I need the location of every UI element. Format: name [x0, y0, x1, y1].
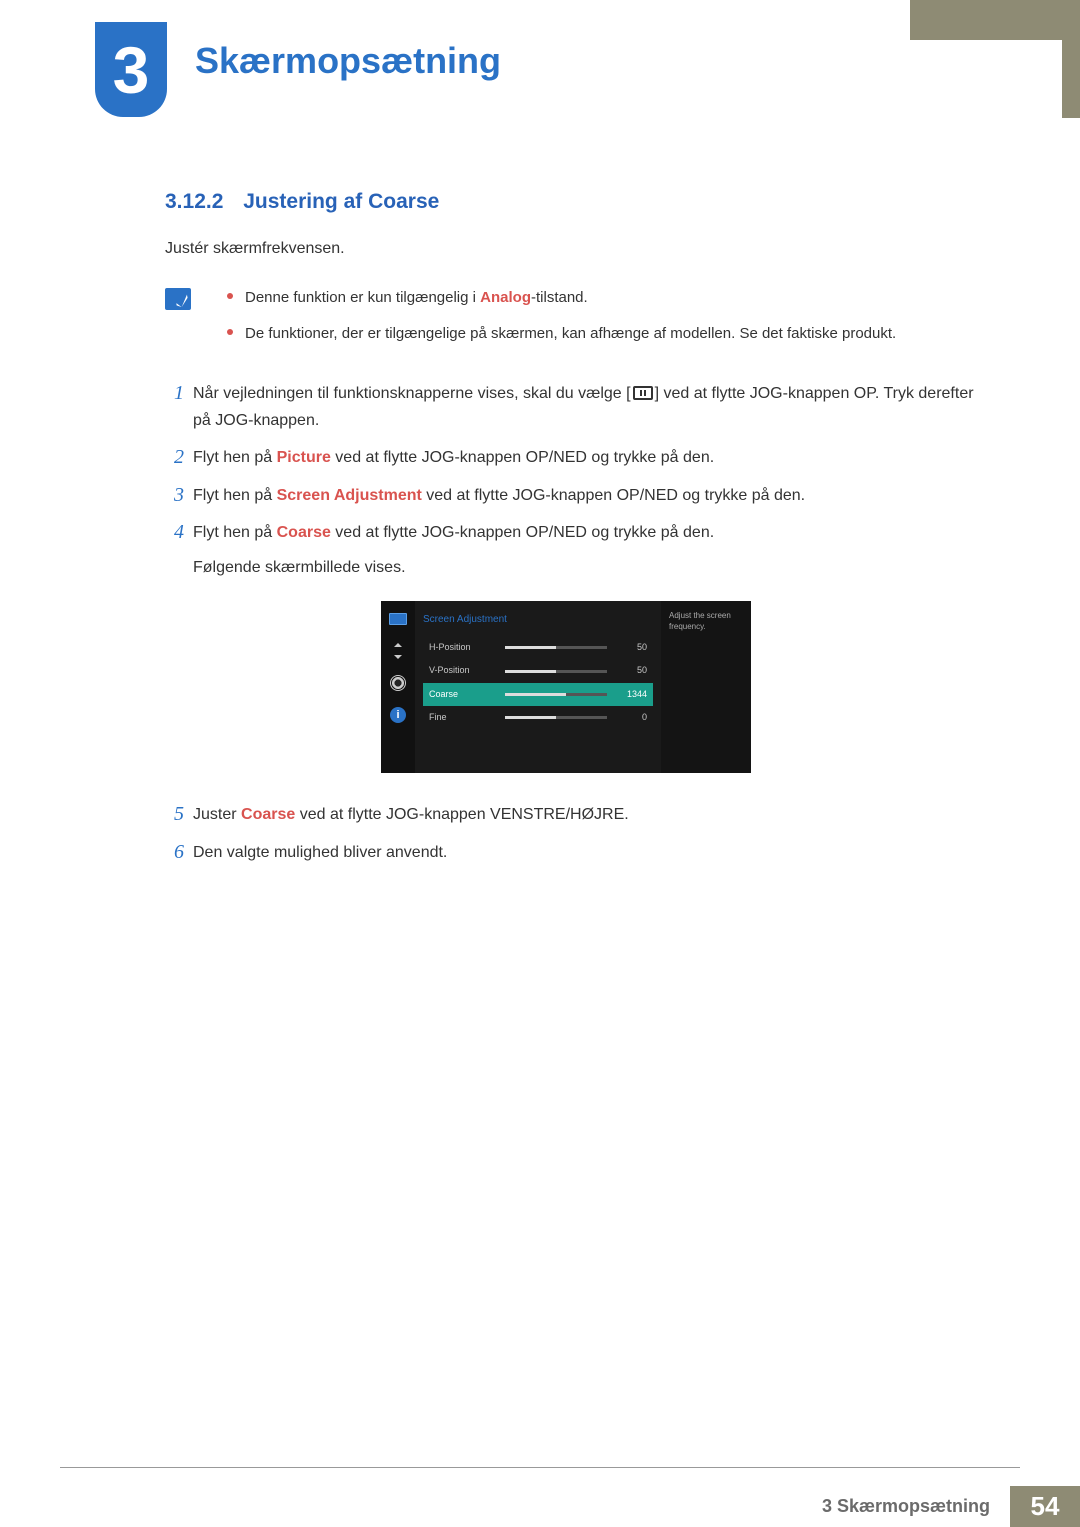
osd-sidebar: i — [381, 601, 415, 773]
content-area: 3.12.2 Justering af Coarse Justér skærmf… — [165, 190, 985, 876]
osd-slider — [505, 646, 607, 649]
note-block: Denne funktion er kun tilgængelig i Anal… — [165, 286, 985, 358]
osd-help-text: Adjust the screen frequency. — [661, 601, 751, 773]
page-number: 54 — [1010, 1486, 1080, 1527]
step-text: Den valgte mulighed bliver anvendt. — [193, 839, 985, 866]
step-text: Flyt hen på Picture ved at flytte JOG-kn… — [193, 444, 985, 471]
section-heading: 3.12.2 Justering af Coarse — [165, 190, 985, 214]
chapter-number: 3 — [113, 37, 150, 103]
step-4: 4 Flyt hen på Coarse ved at flytte JOG-k… — [165, 519, 985, 792]
header-side-band — [1062, 40, 1080, 118]
intro-text: Justér skærmfrekvensen. — [165, 240, 985, 258]
osd-row: V-Position 50 — [423, 659, 653, 682]
osd-row: H-Position 50 — [423, 636, 653, 659]
chapter-number-tab: 3 — [95, 22, 167, 117]
step-number: 1 — [165, 380, 193, 434]
note-item: De funktioner, der er tilgængelige på sk… — [227, 322, 896, 346]
osd-row-label: V-Position — [429, 663, 497, 678]
step-text: Flyt hen på Screen Adjustment ved at fly… — [193, 482, 985, 509]
osd-settings-icon — [388, 675, 408, 691]
step-1: 1 Når vejledningen til funktionsknappern… — [165, 380, 985, 434]
step-3: 3 Flyt hen på Screen Adjustment ved at f… — [165, 482, 985, 509]
steps-list: 1 Når vejledningen til funktionsknappern… — [165, 380, 985, 866]
osd-row-value: 1344 — [615, 687, 647, 702]
osd-screenshot: i Screen Adjustment H-Position50V-Positi… — [381, 601, 751, 773]
osd-picture-icon — [388, 611, 408, 627]
step-6: 6 Den valgte mulighed bliver anvendt. — [165, 839, 985, 866]
chapter-title: Skærmopsætning — [195, 40, 501, 82]
menu-icon — [633, 386, 653, 400]
step-text: Juster Coarse ved at flytte JOG-knappen … — [193, 801, 985, 828]
osd-row-value: 0 — [615, 710, 647, 725]
osd-row-label: Fine — [429, 710, 497, 725]
osd-slider — [505, 693, 607, 696]
osd-row-value: 50 — [615, 663, 647, 678]
osd-position-icon — [388, 643, 408, 659]
section-title: Justering af Coarse — [243, 190, 439, 213]
step-2: 2 Flyt hen på Picture ved at flytte JOG-… — [165, 444, 985, 471]
note-list: Denne funktion er kun tilgængelig i Anal… — [227, 286, 896, 358]
osd-title: Screen Adjustment — [423, 611, 653, 628]
note-icon — [165, 288, 191, 310]
step-number: 4 — [165, 519, 193, 792]
footer-chapter-label: 3 Skærmopsætning — [802, 1486, 1010, 1527]
footer-divider — [60, 1467, 1020, 1468]
step-number: 3 — [165, 482, 193, 509]
osd-slider — [505, 716, 607, 719]
accent-analog: Analog — [480, 289, 531, 306]
step-5: 5 Juster Coarse ved at flytte JOG-knappe… — [165, 801, 985, 828]
osd-slider — [505, 670, 607, 673]
osd-row: Coarse 1344 — [423, 683, 653, 706]
step-number: 2 — [165, 444, 193, 471]
footer: 3 Skærmopsætning 54 — [0, 1467, 1080, 1527]
osd-row: Fine 0 — [423, 706, 653, 729]
step-number: 5 — [165, 801, 193, 828]
osd-main: Screen Adjustment H-Position50V-Position… — [415, 601, 661, 773]
step-number: 6 — [165, 839, 193, 866]
header-accent-band — [910, 0, 1080, 40]
osd-row-label: Coarse — [429, 687, 497, 702]
osd-row-value: 50 — [615, 640, 647, 655]
step-text: Flyt hen på Coarse ved at flytte JOG-kna… — [193, 519, 985, 792]
note-item: Denne funktion er kun tilgængelig i Anal… — [227, 286, 896, 310]
osd-info-icon: i — [388, 707, 408, 723]
osd-row-label: H-Position — [429, 640, 497, 655]
step-text: Når vejledningen til funktionsknapperne … — [193, 380, 985, 434]
section-number: 3.12.2 — [165, 190, 223, 214]
